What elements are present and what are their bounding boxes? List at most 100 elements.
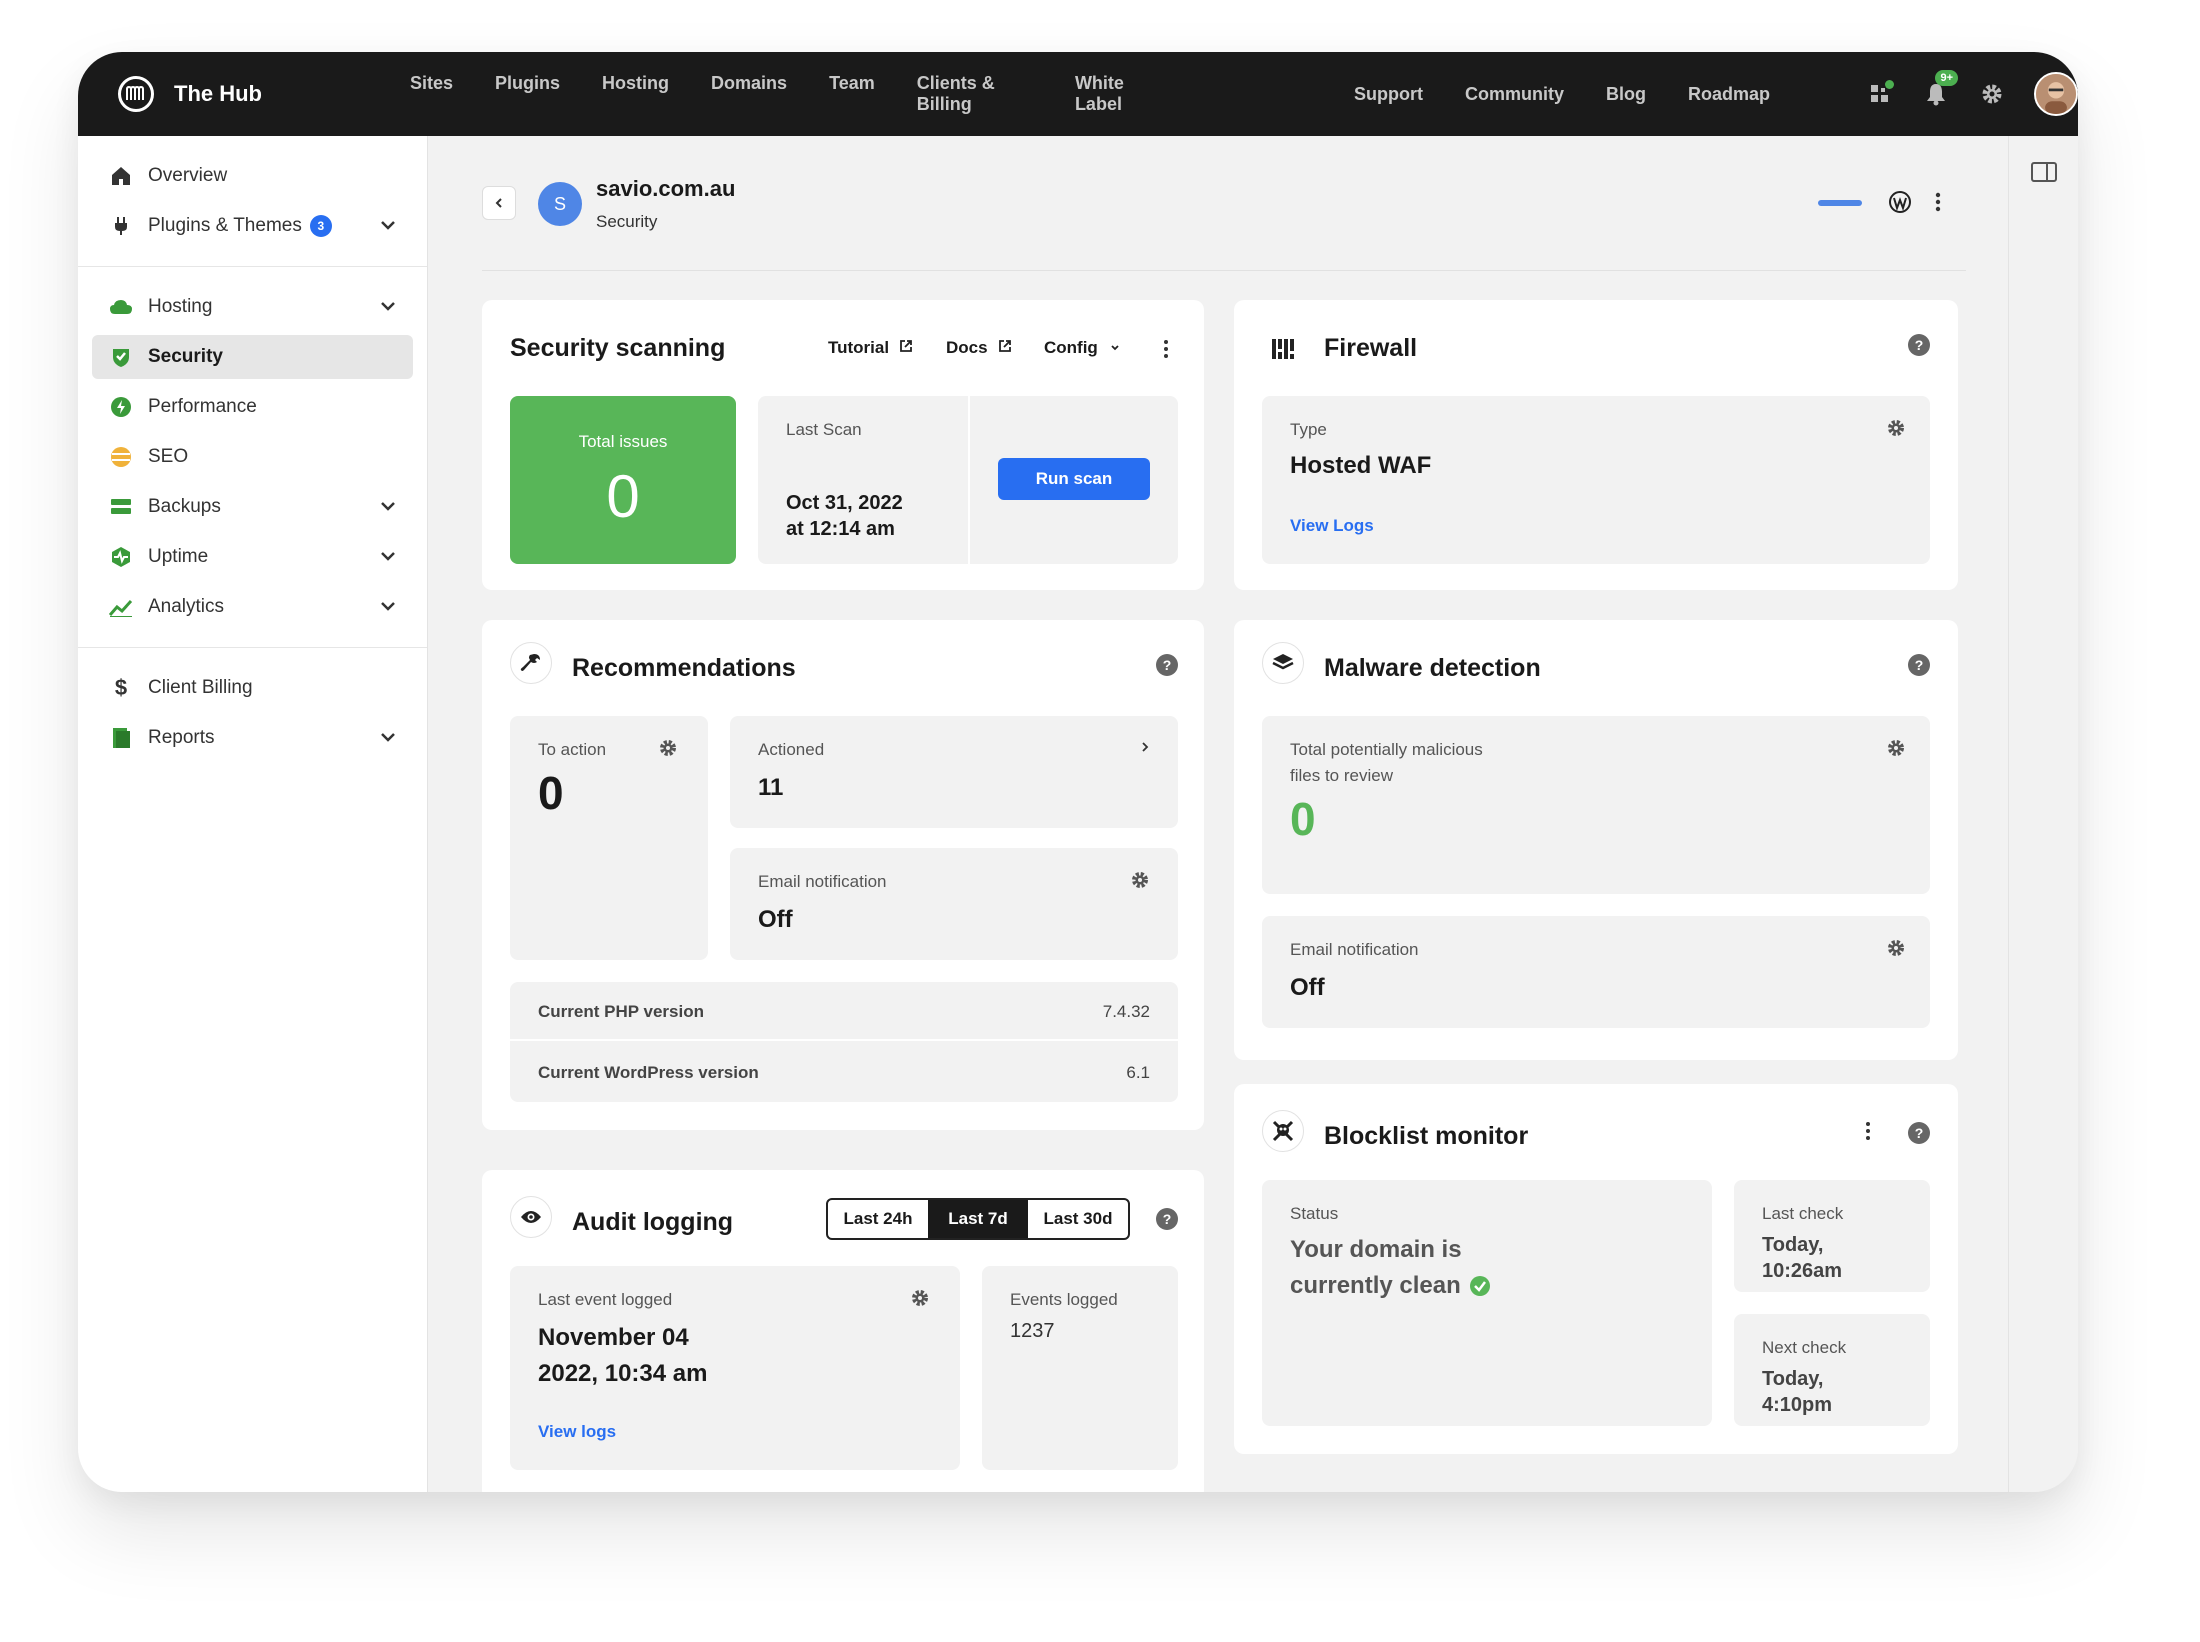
config-dropdown[interactable]: Config <box>1044 338 1120 358</box>
more-vertical-icon[interactable] <box>1864 1120 1872 1147</box>
gear-icon[interactable] <box>1886 738 1906 763</box>
nav-domains[interactable]: Domains <box>711 73 787 115</box>
wordpress-icon[interactable] <box>1888 190 1912 219</box>
nav-plugins[interactable]: Plugins <box>495 73 560 115</box>
chevron-down-icon[interactable] <box>379 297 397 320</box>
firewall-icon <box>1270 336 1296 367</box>
sidebar-item-client-billing[interactable]: $ Client Billing <box>92 666 413 710</box>
sidebar-item-seo[interactable]: SEO <box>92 435 413 479</box>
sidebar-item-backups[interactable]: Backups <box>92 485 413 529</box>
sidebar-item-overview[interactable]: Overview <box>92 154 413 198</box>
back-button[interactable] <box>482 186 516 220</box>
range-24h[interactable]: Last 24h <box>828 1200 928 1238</box>
help-icon[interactable]: ? <box>1908 654 1930 676</box>
docs-link[interactable]: Docs <box>946 338 1012 358</box>
nav-white-label[interactable]: White Label <box>1075 73 1160 115</box>
user-avatar[interactable] <box>2034 72 2078 116</box>
help-icon[interactable]: ? <box>1908 1122 1930 1144</box>
bolt-icon <box>108 394 134 420</box>
gear-icon[interactable] <box>658 738 678 763</box>
php-version-value: 7.4.32 <box>1102 1002 1150 1021</box>
nav-team[interactable]: Team <box>829 73 875 115</box>
sidebar-group-services: Hosting Security Performance SEO Backups <box>78 267 427 647</box>
sidebar-item-plugins-themes[interactable]: Plugins & Themes 3 <box>92 204 413 248</box>
cloud-icon <box>108 294 134 320</box>
sidebar-item-label: Analytics <box>148 596 225 617</box>
seo-icon <box>108 444 134 470</box>
last-scan-date: Oct 31, 2022 <box>786 492 903 514</box>
tutorial-link[interactable]: Tutorial <box>828 338 913 358</box>
site-name: savio.com.au <box>596 176 736 201</box>
run-scan-button[interactable]: Run scan <box>998 458 1150 500</box>
heartbeat-icon <box>108 544 134 570</box>
config-label: Config <box>1044 338 1098 357</box>
database-icon <box>108 494 134 520</box>
more-vertical-icon[interactable] <box>1934 190 1942 219</box>
sidebar-item-analytics[interactable]: Analytics <box>92 585 413 629</box>
actioned-tile[interactable]: Actioned 11 <box>730 716 1178 828</box>
view-logs-link[interactable]: View logs <box>538 1422 616 1442</box>
nav-roadmap[interactable]: Roadmap <box>1688 84 1770 105</box>
sidebar-group-business: $ Client Billing Reports <box>78 648 427 778</box>
blocklist-monitor-card: Blocklist monitor ? Status Your domain i… <box>1234 1084 1958 1454</box>
card-title: Recommendations <box>572 654 796 682</box>
chevron-down-icon[interactable] <box>379 597 397 620</box>
chevron-down-icon[interactable] <box>379 728 397 751</box>
apps-grid-icon[interactable] <box>1860 74 1900 114</box>
top-icons: 9+ <box>1860 70 2078 116</box>
sidebar-item-reports[interactable]: Reports <box>92 716 413 760</box>
php-version-row: Current PHP version 7.4.32 <box>510 982 1178 1041</box>
settings-gear-icon[interactable] <box>1972 74 2012 114</box>
help-icon[interactable]: ? <box>1908 334 1930 356</box>
page-section-title: Security <box>596 212 658 231</box>
gear-icon[interactable] <box>1130 870 1150 895</box>
card-title: Blocklist monitor <box>1324 1122 1529 1150</box>
gear-icon[interactable] <box>1886 938 1906 963</box>
gear-icon[interactable] <box>1886 418 1906 443</box>
nav-blog[interactable]: Blog <box>1606 84 1646 105</box>
nav-clients-billing[interactable]: Clients & Billing <box>917 73 1033 115</box>
chevron-down-icon[interactable] <box>379 216 397 239</box>
view-logs-link[interactable]: View Logs <box>1290 516 1374 536</box>
help-icon[interactable]: ? <box>1156 654 1178 676</box>
sidebar-item-security[interactable]: Security <box>92 335 413 379</box>
sidebar-item-hosting[interactable]: Hosting <box>92 285 413 329</box>
last-check-value-2: 10:26am <box>1762 1260 1843 1282</box>
sidebar-item-performance[interactable]: Performance <box>92 385 413 429</box>
nav-sites[interactable]: Sites <box>410 73 453 115</box>
malicious-files-tile: Total potentially malicious files to rev… <box>1262 716 1930 894</box>
secondary-nav: Support Community Blog Roadmap <box>1354 84 1812 105</box>
brand[interactable]: The Hub <box>118 76 328 112</box>
nav-support[interactable]: Support <box>1354 84 1423 105</box>
bell-icon[interactable]: 9+ <box>1916 70 1958 114</box>
nav-hosting[interactable]: Hosting <box>602 73 669 115</box>
chevron-down-icon[interactable] <box>379 497 397 520</box>
nav-community[interactable]: Community <box>1465 84 1564 105</box>
main-content: S savio.com.au Security Security scannin… <box>428 136 2008 1492</box>
range-7d[interactable]: Last 7d <box>928 1200 1028 1238</box>
events-label: Events logged <box>1010 1290 1118 1309</box>
type-value: Hosted WAF <box>1290 452 1432 479</box>
chevron-down-icon <box>1110 338 1120 358</box>
sidebar-item-uptime[interactable]: Uptime <box>92 535 413 579</box>
malware-email-tile: Email notification Off <box>1262 916 1930 1028</box>
panel-toggle-icon[interactable] <box>2031 162 2057 187</box>
email-label: Email notification <box>1290 940 1419 959</box>
more-vertical-icon[interactable] <box>1162 338 1170 365</box>
range-30d[interactable]: Last 30d <box>1028 1200 1128 1238</box>
help-icon[interactable]: ? <box>1156 1208 1178 1230</box>
last-scan-time: at 12:14 am <box>786 518 895 540</box>
last-event-time: 2022, 10:34 am <box>538 1360 708 1387</box>
to-action-tile: To action 0 <box>510 716 708 960</box>
tutorial-label: Tutorial <box>828 338 890 357</box>
header-divider <box>482 270 1966 271</box>
plugins-count-badge: 3 <box>309 215 332 237</box>
chevron-down-icon[interactable] <box>379 547 397 570</box>
gear-icon[interactable] <box>910 1288 930 1313</box>
wordpress-version-label: Current WordPress version <box>538 1063 759 1082</box>
total-issues-value: 0 <box>606 463 640 530</box>
top-navigation-bar: The Hub Sites Plugins Hosting Domains Te… <box>78 52 2078 136</box>
dollar-icon: $ <box>114 675 128 700</box>
eye-icon <box>510 1196 552 1238</box>
sidebar-item-label: Overview <box>148 165 228 186</box>
